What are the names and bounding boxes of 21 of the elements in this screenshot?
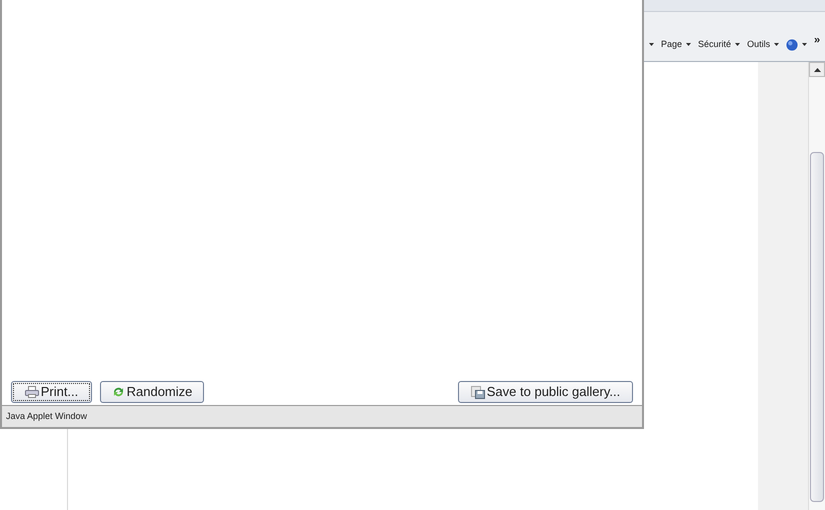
disk-icon <box>470 386 485 398</box>
caret-icon <box>686 43 692 46</box>
caret-icon <box>735 43 740 46</box>
up-caret-icon <box>814 68 820 72</box>
caret-icon <box>774 43 780 46</box>
help-button[interactable] <box>786 38 808 51</box>
caret-icon <box>649 43 654 46</box>
status-text: Java Applet Window <box>6 410 88 423</box>
applet-button[interactable]: Save to public gallery... <box>458 381 633 403</box>
scroll-up-button[interactable] <box>809 62 825 77</box>
scroll-thumb[interactable] <box>810 152 824 502</box>
help-icon <box>786 38 798 51</box>
applet-button[interactable]: Randomize <box>100 381 204 403</box>
toolbar-menu[interactable]: Page <box>661 38 692 52</box>
toolbar-menu[interactable]: Sécurité <box>698 38 740 52</box>
caret-icon <box>802 43 808 46</box>
printer-icon <box>24 386 39 398</box>
toolbar-menu[interactable]: Outils <box>747 38 780 52</box>
applet-button[interactable]: Print... <box>11 381 92 403</box>
refresh-arrows-icon <box>112 386 125 398</box>
overflow-chevron[interactable]: » <box>814 32 820 48</box>
